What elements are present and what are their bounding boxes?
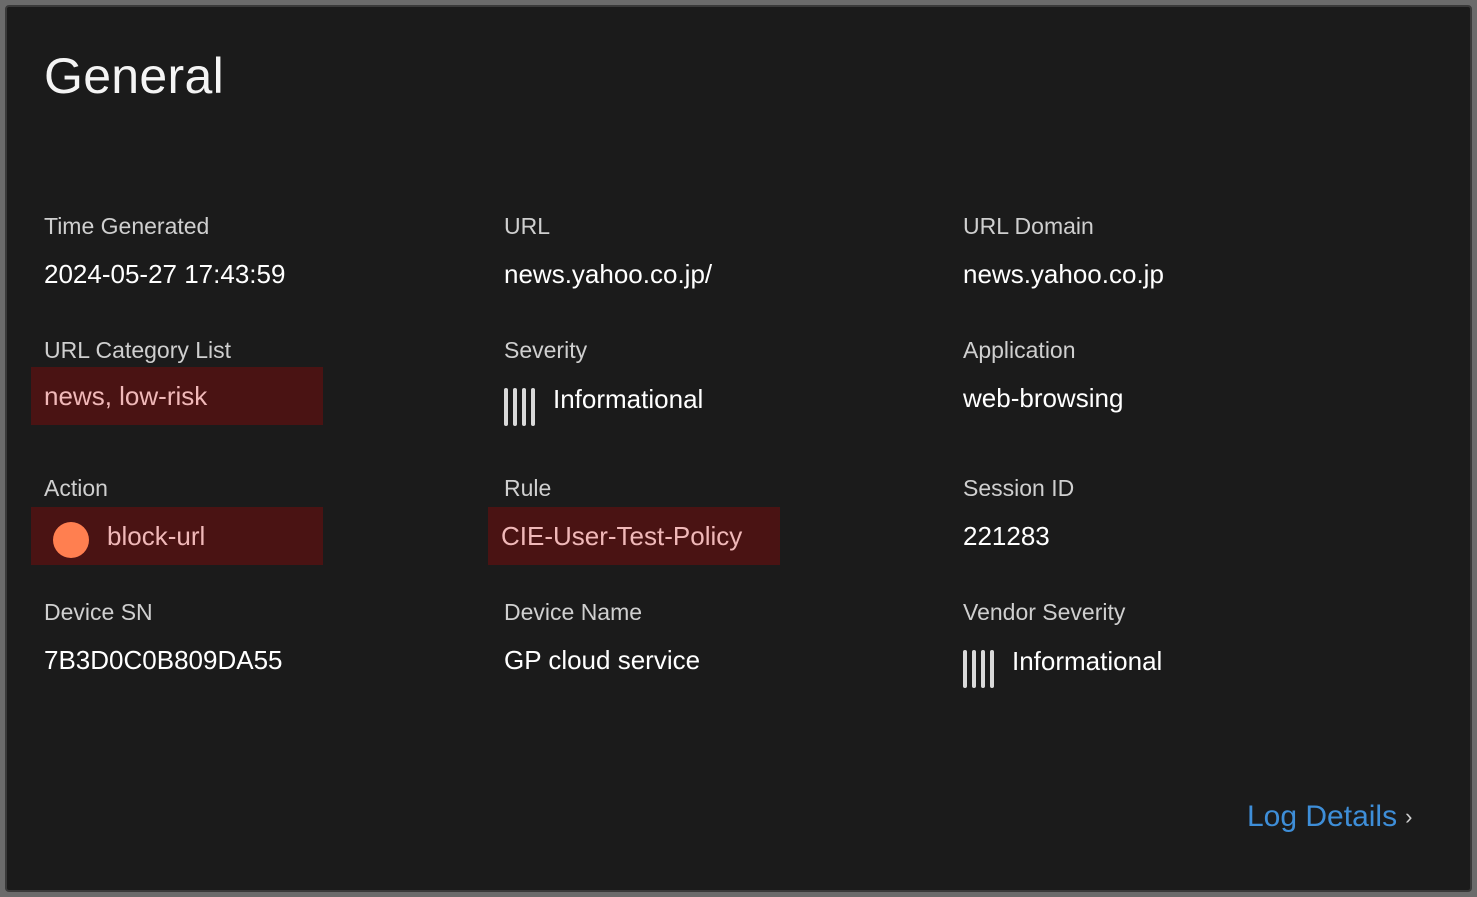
field-vendor-severity: Vendor Severity Informational — [963, 598, 1383, 688]
field-value: GP cloud service — [504, 645, 701, 675]
field-label: Time Generated — [44, 213, 210, 239]
field-value: news.yahoo.co.jp — [963, 259, 1164, 289]
field-label: Device SN — [44, 599, 153, 625]
action-highlight: block-url — [31, 507, 323, 565]
field-url-category-list: URL Category List — [44, 336, 464, 364]
field-session-id: Session ID 221283 — [963, 474, 1383, 552]
log-details-label[interactable]: Log Details — [1247, 800, 1397, 834]
rule-link[interactable]: CIE-User-Test-Policy — [501, 521, 742, 552]
general-panel: General Time Generated 2024-05-27 17:43:… — [5, 5, 1472, 892]
severity-bars-icon — [504, 388, 535, 426]
action-dot-icon — [53, 522, 89, 558]
field-label: Severity — [504, 337, 588, 363]
field-label: Session ID — [963, 475, 1075, 501]
field-label: Application — [963, 337, 1076, 363]
field-value: block-url — [107, 520, 206, 551]
field-value: Informational — [1012, 645, 1163, 676]
field-value: news.yahoo.co.jp/ — [504, 259, 713, 289]
field-label: URL Category List — [44, 337, 232, 363]
vendor-severity-indicator: Informational — [941, 642, 1383, 688]
chevron-right-icon: › — [1405, 804, 1413, 829]
field-label: Vendor Severity — [963, 599, 1126, 625]
field-device-sn: Device SN 7B3D0C0B809DA55 — [44, 598, 464, 676]
field-label: Device Name — [504, 599, 643, 625]
field-label: URL — [504, 213, 551, 239]
field-value: 2024-05-27 17:43:59 — [44, 259, 286, 289]
field-url-domain: URL Domain news.yahoo.co.jp — [963, 212, 1383, 290]
field-value: Informational — [553, 383, 704, 414]
field-value: 221283 — [963, 521, 1050, 551]
field-rule: Rule — [504, 474, 924, 502]
field-url: URL news.yahoo.co.jp/ — [504, 212, 924, 290]
field-value: news, low-risk — [44, 380, 208, 411]
field-time-generated: Time Generated 2024-05-27 17:43:59 — [44, 212, 464, 290]
panel-title: General — [44, 48, 224, 104]
severity-bars-icon — [963, 650, 994, 688]
field-value: web-browsing — [963, 383, 1124, 413]
field-label: URL Domain — [963, 213, 1094, 239]
rule-highlight[interactable]: CIE-User-Test-Policy — [488, 507, 780, 565]
field-application: Application web-browsing — [963, 336, 1383, 414]
log-details-link[interactable]: Log Details › — [1247, 800, 1412, 834]
field-action: Action — [44, 474, 464, 502]
url-category-highlight: news, low-risk — [31, 367, 323, 425]
field-severity: Severity Informational — [504, 336, 924, 426]
field-device-name: Device Name GP cloud service — [504, 598, 924, 676]
severity-indicator: Informational — [482, 380, 924, 426]
field-label: Action — [44, 475, 108, 501]
field-value: 7B3D0C0B809DA55 — [44, 645, 283, 675]
field-label: Rule — [504, 475, 552, 501]
